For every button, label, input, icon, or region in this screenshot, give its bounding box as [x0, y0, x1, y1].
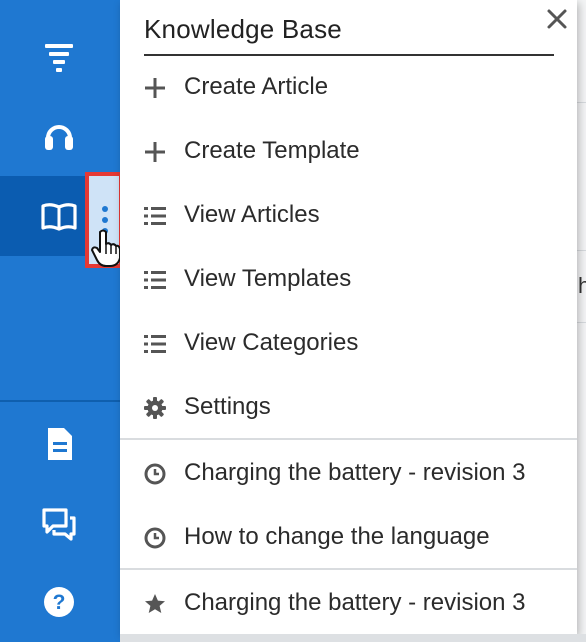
list-icon: [144, 207, 166, 225]
background-partial-text: h: [578, 273, 586, 298]
sidebar-item-filter[interactable]: [0, 16, 120, 96]
menu-item-view-articles[interactable]: View Articles: [120, 187, 577, 243]
menu-item-label: Settings: [184, 393, 271, 420]
menu-item-view-categories[interactable]: View Categories: [120, 315, 577, 371]
close-icon[interactable]: [546, 8, 568, 30]
menu-item-label: View Categories: [184, 329, 359, 356]
menu-item-label: Create Template: [184, 137, 360, 164]
favorite-item[interactable]: Charging the battery - revision 3: [120, 575, 577, 631]
favorite-item-label: Charging the battery - revision 3: [184, 589, 526, 616]
menu-item-settings[interactable]: Settings: [120, 379, 577, 435]
headset-icon: [45, 125, 73, 150]
menu-item-view-templates[interactable]: View Templates: [120, 251, 577, 307]
help-icon: ?: [44, 587, 74, 617]
plus-icon: [145, 142, 165, 162]
book-icon: [41, 203, 77, 231]
menu-item-label: Create Article: [184, 73, 329, 100]
menu-item-label: View Templates: [184, 265, 352, 292]
clock-icon: [144, 463, 166, 485]
svg-text:?: ?: [53, 591, 66, 614]
page-bottom-edge: [120, 634, 586, 642]
list-icon: [144, 271, 166, 289]
recent-item[interactable]: Charging the battery - revision 3: [120, 445, 577, 501]
sidebar-divider: [0, 400, 120, 402]
chat-icon: [42, 508, 76, 541]
menu-divider: [120, 568, 577, 570]
recent-item-label: Charging the battery - revision 3: [184, 459, 526, 486]
sidebar-item-help[interactable]: ?: [0, 562, 120, 642]
menu-header: Knowledge Base: [144, 14, 554, 56]
sidebar-item-chat[interactable]: [0, 484, 120, 564]
sidebar: ?: [0, 0, 120, 642]
menu-item-label: View Articles: [184, 201, 320, 228]
menu-item-create-template[interactable]: Create Template: [120, 123, 577, 179]
sidebar-item-documents[interactable]: [0, 404, 120, 484]
plus-icon: [145, 78, 165, 98]
sidebar-item-service[interactable]: [0, 96, 120, 176]
menu-item-create-article[interactable]: Create Article: [120, 59, 577, 115]
menu-title: Knowledge Base: [144, 14, 342, 44]
hand-cursor-icon: [91, 229, 121, 267]
recent-item[interactable]: How to change the language: [120, 509, 577, 565]
document-icon: [48, 428, 72, 460]
list-icon: [144, 335, 166, 353]
knowledge-base-menu: Knowledge Base Create Article Create Tem…: [120, 0, 577, 634]
gear-icon: [144, 397, 166, 419]
menu-divider: [120, 438, 577, 440]
filter-icon: [45, 44, 73, 72]
star-icon: [145, 594, 165, 613]
recent-item-label: How to change the language: [184, 523, 490, 550]
clock-icon: [144, 527, 166, 549]
